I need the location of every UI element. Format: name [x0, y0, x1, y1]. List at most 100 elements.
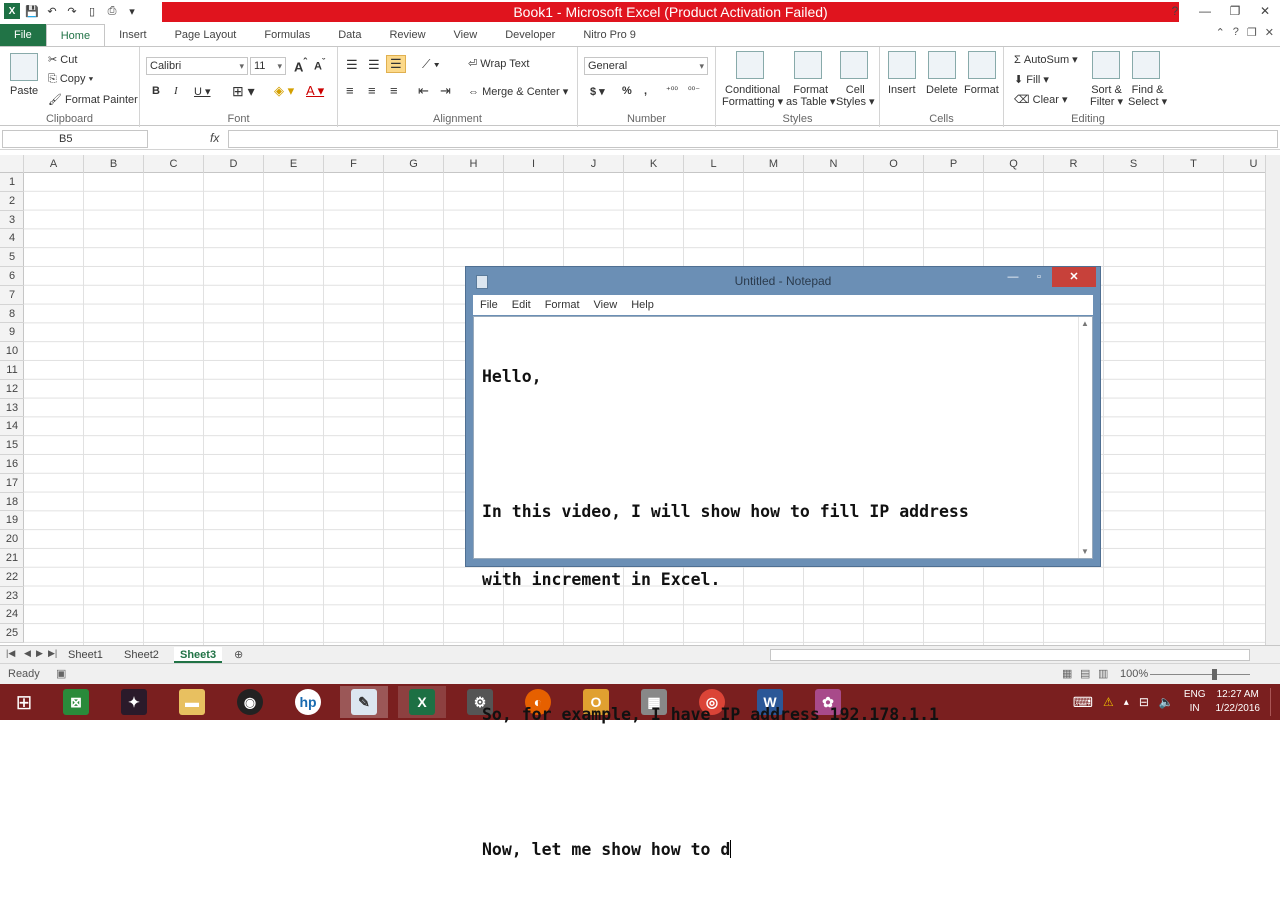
network-icon[interactable]: ⊟: [1139, 695, 1149, 709]
decrease-font-icon[interactable]: Aˇ: [314, 57, 325, 73]
italic-button[interactable]: I: [174, 85, 178, 97]
taskbar-explorer[interactable]: ▬: [168, 686, 216, 718]
tab-formulas[interactable]: Formulas: [250, 24, 324, 46]
help-icon[interactable]: ?: [1160, 0, 1190, 22]
row-header-13[interactable]: 13: [0, 399, 24, 418]
notepad-close-button[interactable]: ✕: [1052, 267, 1096, 287]
row-header-4[interactable]: 4: [0, 229, 24, 249]
sheet-tab-sheet2[interactable]: Sheet2: [118, 647, 165, 663]
zoom-slider[interactable]: [1150, 674, 1250, 675]
tab-nitro-pro[interactable]: Nitro Pro 9: [569, 24, 650, 46]
row-header-7[interactable]: 7: [0, 286, 24, 305]
ribbon-restore-icon[interactable]: ❐: [1247, 26, 1257, 39]
name-box[interactable]: B5: [2, 130, 148, 148]
menu-edit[interactable]: Edit: [512, 299, 531, 311]
scroll-down-arrow-icon[interactable]: ▼: [1081, 547, 1089, 556]
vertical-scrollbar[interactable]: [1265, 155, 1280, 645]
column-header-g[interactable]: G: [384, 155, 444, 173]
row-header-10[interactable]: 10: [0, 342, 24, 361]
print-preview-icon[interactable]: ⎙: [104, 3, 120, 19]
undo-icon[interactable]: ↶: [44, 3, 60, 19]
row-header-16[interactable]: 16: [0, 455, 24, 474]
taskbar-store[interactable]: ⊠: [52, 686, 100, 718]
currency-icon[interactable]: $ ▾: [590, 85, 605, 98]
tab-view[interactable]: View: [440, 24, 492, 46]
menu-view[interactable]: View: [594, 299, 618, 311]
increase-font-icon[interactable]: Aˆ: [294, 57, 307, 74]
underline-button[interactable]: U ▾: [194, 85, 211, 98]
cut-button[interactable]: ✂ Cut: [48, 53, 77, 66]
merge-center-button[interactable]: ⇔ Merge & Center ▾: [468, 85, 568, 98]
insert-sheet-icon[interactable]: ⊕: [234, 648, 243, 661]
menu-file[interactable]: File: [480, 299, 498, 311]
minimize-button[interactable]: —: [1190, 0, 1220, 22]
column-header-u[interactable]: U: [1224, 155, 1265, 173]
increase-indent-icon[interactable]: ⇥: [440, 83, 451, 99]
paste-icon[interactable]: [10, 53, 38, 81]
tab-developer[interactable]: Developer: [491, 24, 569, 46]
delete-cells-icon[interactable]: [928, 51, 956, 79]
column-header-a[interactable]: A: [24, 155, 84, 173]
column-header-o[interactable]: O: [864, 155, 924, 173]
taskbar-app-2[interactable]: ✦: [110, 686, 158, 718]
row-header-25[interactable]: 25: [0, 624, 24, 643]
borders-icon[interactable]: ⊞ ▾: [232, 83, 255, 100]
save-icon[interactable]: 💾: [24, 3, 40, 19]
column-header-c[interactable]: C: [144, 155, 204, 173]
zoom-slider-thumb[interactable]: [1212, 669, 1217, 680]
ribbon-close-icon[interactable]: ✕: [1265, 26, 1274, 39]
close-button[interactable]: ✕: [1250, 0, 1280, 22]
cell-styles-button[interactable]: Cell Styles ▾: [836, 84, 875, 108]
volume-icon[interactable]: 🔈: [1159, 695, 1174, 709]
row-header-14[interactable]: 14: [0, 417, 24, 437]
first-sheet-icon[interactable]: |◀: [6, 648, 15, 659]
column-header-k[interactable]: K: [624, 155, 684, 173]
insert-cells-button[interactable]: Insert: [888, 84, 916, 96]
customize-qat-icon[interactable]: ▾: [124, 3, 140, 19]
tab-page-layout[interactable]: Page Layout: [161, 24, 251, 46]
row-header-22[interactable]: 22: [0, 568, 24, 587]
notepad-maximize-button[interactable]: ▫: [1026, 267, 1052, 287]
column-header-r[interactable]: R: [1044, 155, 1104, 173]
collapse-ribbon-icon[interactable]: ⌃: [1216, 26, 1225, 39]
cell-styles-icon[interactable]: [840, 51, 868, 79]
sort-filter-icon[interactable]: [1092, 51, 1120, 79]
column-header-m[interactable]: M: [744, 155, 804, 173]
bold-button[interactable]: B: [152, 85, 160, 97]
row-header-17[interactable]: 17: [0, 474, 24, 493]
percent-icon[interactable]: %: [622, 85, 632, 97]
decrease-indent-icon[interactable]: ⇤: [418, 83, 429, 99]
select-all-corner[interactable]: [0, 155, 24, 173]
row-header-20[interactable]: 20: [0, 530, 24, 549]
delete-cells-button[interactable]: Delete: [926, 84, 958, 96]
keyboard-icon[interactable]: ⌨: [1073, 694, 1093, 711]
sort-filter-button[interactable]: Sort & Filter ▾: [1090, 84, 1123, 108]
start-button[interactable]: ⊞: [0, 686, 48, 718]
column-header-d[interactable]: D: [204, 155, 264, 173]
column-header-f[interactable]: F: [324, 155, 384, 173]
notepad-minimize-button[interactable]: —: [1000, 267, 1026, 287]
tab-file[interactable]: File: [0, 24, 46, 46]
row-header-5[interactable]: 5: [0, 248, 24, 267]
column-header-i[interactable]: I: [504, 155, 564, 173]
align-right-icon[interactable]: ≡: [390, 83, 398, 98]
copy-button[interactable]: ⎘ Copy ▾: [48, 73, 93, 86]
font-color-icon[interactable]: A ▾: [306, 83, 324, 99]
notepad-scrollbar[interactable]: ▲ ▼: [1078, 317, 1092, 558]
insert-cells-icon[interactable]: [888, 51, 916, 79]
wrap-text-button[interactable]: ⏎ Wrap Text: [468, 57, 529, 70]
column-header-h[interactable]: H: [444, 155, 504, 173]
restore-button[interactable]: ❐: [1220, 0, 1250, 22]
conditional-formatting-button[interactable]: Conditional Formatting ▾: [722, 84, 783, 108]
align-center-icon[interactable]: ≡: [368, 83, 376, 98]
row-header-8[interactable]: 8: [0, 305, 24, 324]
format-as-table-button[interactable]: Format as Table ▾: [786, 84, 835, 108]
conditional-formatting-icon[interactable]: [736, 51, 764, 79]
align-middle-icon[interactable]: ☰: [368, 57, 380, 73]
row-header-24[interactable]: 24: [0, 605, 24, 625]
row-header-11[interactable]: 11: [0, 361, 24, 380]
row-header-1[interactable]: 1: [0, 173, 24, 192]
taskbar-notepad[interactable]: ✎: [340, 686, 388, 718]
row-header-23[interactable]: 23: [0, 587, 24, 606]
language-indicator[interactable]: ENG IN: [1184, 688, 1206, 716]
